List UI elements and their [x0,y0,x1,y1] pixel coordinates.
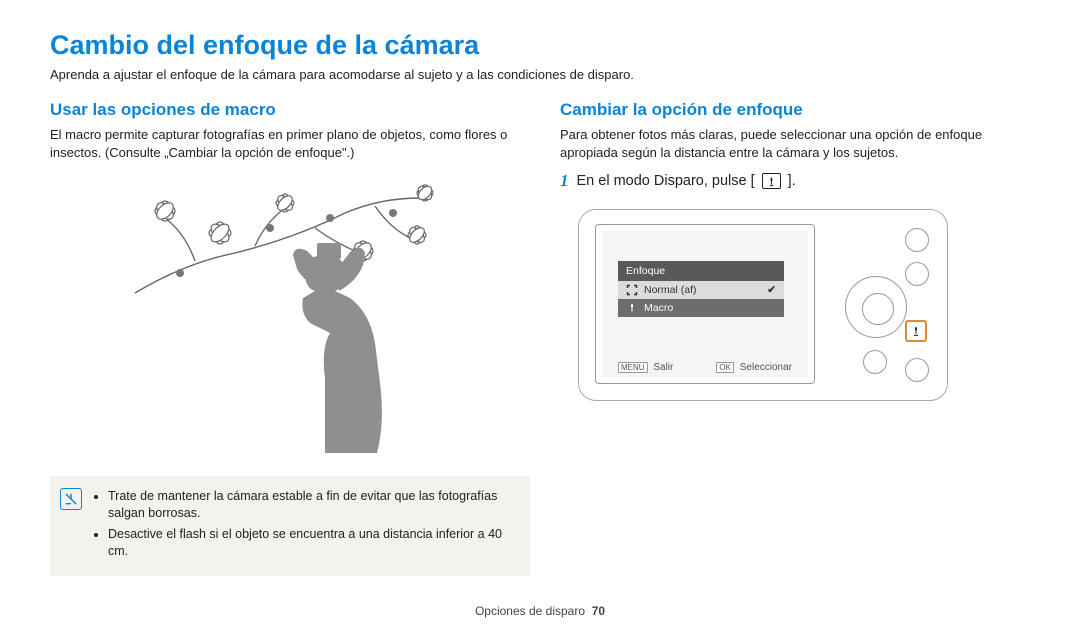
tip-list: Trate de mantener la cámara estable a fi… [92,488,516,564]
menu-option-label: Macro [644,302,673,314]
tip-item: Trate de mantener la cámara estable a fi… [108,488,516,522]
left-body: El macro permite capturar fotografías en… [50,126,530,161]
page-title: Cambio del enfoque de la cámara [50,30,1030,61]
control-button-1[interactable] [905,228,929,252]
step-number: 1 [560,171,569,191]
exit-label: Salir [653,362,673,373]
left-heading: Usar las opciones de macro [50,100,530,120]
flower-icon [626,302,638,314]
macro-key-icon [762,173,781,189]
screen-footer: MENU Salir OK Seleccionar [618,362,792,373]
tip-item: Desactive el flash si el objeto se encue… [108,526,516,560]
camera-body: Enfoque Normal (af) ✔ Mac [578,209,948,401]
step-text-end: ]. [788,173,796,189]
control-button-2[interactable] [905,262,929,286]
check-icon: ✔ [767,284,776,296]
footer-label: Opciones de disparo [475,604,585,618]
step-1: 1 En el modo Disparo, pulse [ ]. [560,171,1030,191]
content-columns: Usar las opciones de macro El macro perm… [50,100,1030,576]
camera-screen: Enfoque Normal (af) ✔ Mac [595,224,815,384]
ok-tag: OK [716,362,734,373]
af-bracket-icon [626,284,638,296]
select-label: Seleccionar [740,362,792,373]
control-button-4[interactable] [905,358,929,382]
menu-option-macro[interactable]: Macro [618,299,784,317]
intro-text: Aprenda a ajustar el enfoque de la cámar… [50,67,1030,82]
info-icon [60,488,82,510]
right-body: Para obtener fotos más claras, puede sel… [560,126,1030,161]
menu-option-label: Normal (af) [644,284,697,296]
menu-tag: MENU [618,362,648,373]
menu-option-normal[interactable]: Normal (af) ✔ [618,281,784,299]
menu-title: Enfoque [618,261,784,281]
control-button-3[interactable] [863,350,887,374]
focus-menu: Enfoque Normal (af) ✔ Mac [618,261,784,317]
step-text: En el modo Disparo, pulse [ [577,173,755,189]
page-number: 70 [592,604,605,618]
camera-illustration: Enfoque Normal (af) ✔ Mac [560,209,1030,401]
right-heading: Cambiar la opción de enfoque [560,100,1030,120]
macro-dpad-highlight[interactable] [905,320,927,342]
macro-illustration [50,173,530,456]
dpad-control[interactable] [845,276,907,338]
right-column: Cambiar la opción de enfoque Para obtene… [560,100,1030,576]
left-column: Usar las opciones de macro El macro perm… [50,100,530,576]
tip-box: Trate de mantener la cámara estable a fi… [50,476,530,576]
page-footer: Opciones de disparo 70 [0,604,1080,618]
